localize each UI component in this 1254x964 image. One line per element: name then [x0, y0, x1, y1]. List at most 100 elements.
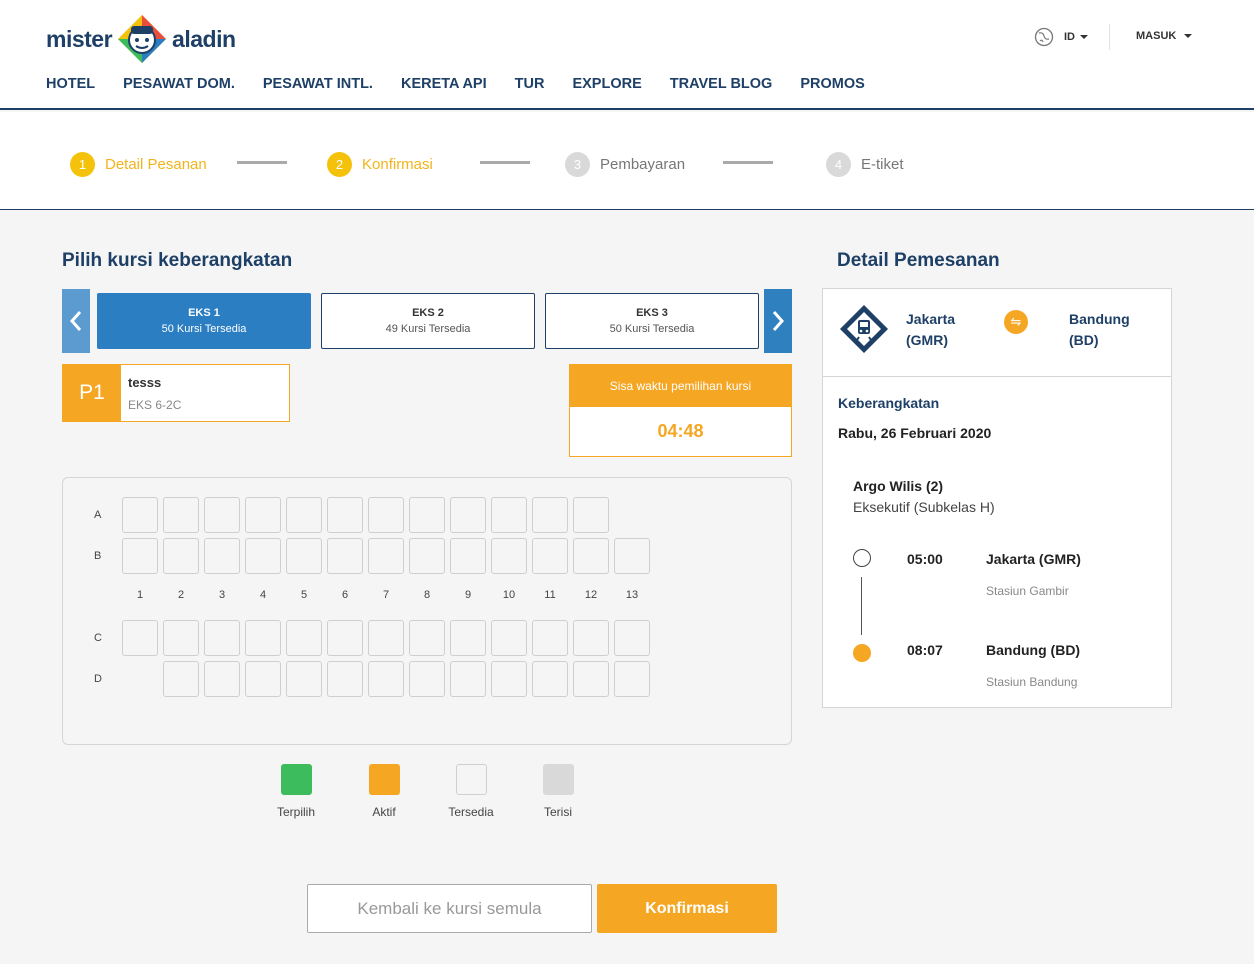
nav-tour[interactable]: TUR	[515, 76, 545, 92]
seat-d2[interactable]	[163, 661, 199, 697]
seat-b12[interactable]	[573, 538, 609, 574]
seat-a5[interactable]	[286, 497, 322, 533]
login-label: MASUK	[1136, 30, 1177, 42]
seat-c13[interactable]	[614, 620, 650, 656]
seat-b9[interactable]	[450, 538, 486, 574]
departure-station-name: Stasiun Gambir	[986, 584, 1069, 598]
nav-international-flight[interactable]: PESAWAT INTL.	[263, 76, 373, 92]
seat-a8[interactable]	[409, 497, 445, 533]
origin-city-name: Jakarta	[906, 311, 956, 327]
legend-item-terisi: Terisi	[518, 764, 598, 819]
seat-b4[interactable]	[245, 538, 281, 574]
seat-b7[interactable]	[368, 538, 404, 574]
seat-a11[interactable]	[532, 497, 568, 533]
chevron-right-icon	[772, 311, 785, 331]
language-label: ID	[1064, 31, 1075, 43]
column-label: 5	[300, 589, 308, 601]
seat-a3[interactable]	[204, 497, 240, 533]
step-e-tiket: 4 E-tiket	[826, 152, 904, 177]
destination-city-name: Bandung	[1069, 311, 1130, 327]
seat-d8[interactable]	[409, 661, 445, 697]
row-label: C	[94, 632, 102, 644]
seat-d11[interactable]	[532, 661, 568, 697]
seat-d12[interactable]	[573, 661, 609, 697]
seat-a10[interactable]	[491, 497, 527, 533]
seat-a9[interactable]	[450, 497, 486, 533]
login-dropdown[interactable]: MASUK	[1136, 30, 1193, 42]
seat-d4[interactable]	[245, 661, 281, 697]
passenger-name: tesss	[128, 375, 162, 390]
nav-train[interactable]: KERETA API	[401, 76, 487, 92]
chevron-down-icon	[1184, 34, 1193, 39]
legend-item-tersedia: Tersedia	[431, 764, 511, 819]
seat-b6[interactable]	[327, 538, 363, 574]
seat-c7[interactable]	[368, 620, 404, 656]
seat-c6[interactable]	[327, 620, 363, 656]
nav-promos[interactable]: PROMOS	[800, 76, 864, 92]
reset-seat-button[interactable]: Kembali ke kursi semula	[307, 884, 592, 933]
seat-b10[interactable]	[491, 538, 527, 574]
wagon-name: EKS 2	[412, 307, 444, 319]
seat-d13[interactable]	[614, 661, 650, 697]
seat-b13[interactable]	[614, 538, 650, 574]
wagon-next-button[interactable]	[764, 289, 792, 353]
seat-d10[interactable]	[491, 661, 527, 697]
logo[interactable]: mister aladin	[46, 14, 236, 64]
seat-c5[interactable]	[286, 620, 322, 656]
seat-c10[interactable]	[491, 620, 527, 656]
seat-d7[interactable]	[368, 661, 404, 697]
nav-travel-blog[interactable]: TRAVEL BLOG	[670, 76, 773, 92]
seat-b3[interactable]	[204, 538, 240, 574]
timer-value: 04:48	[657, 421, 704, 441]
nav-domestic-flight[interactable]: PESAWAT DOM.	[123, 76, 235, 92]
seat-a7[interactable]	[368, 497, 404, 533]
seat-b5[interactable]	[286, 538, 322, 574]
seat-map: A B 1 2 3 4 5 6 7 8 9 10 11 12 13 C D	[62, 477, 792, 745]
seat-d9[interactable]	[450, 661, 486, 697]
row-label: B	[94, 550, 102, 562]
seat-d3[interactable]	[204, 661, 240, 697]
column-label: 12	[584, 589, 598, 601]
seat-d6[interactable]	[327, 661, 363, 697]
legend-label: Aktif	[372, 805, 396, 819]
column-label: 6	[341, 589, 349, 601]
seat-d5[interactable]	[286, 661, 322, 697]
confirm-button[interactable]: Konfirmasi	[597, 884, 777, 933]
seat-c12[interactable]	[573, 620, 609, 656]
seat-c4[interactable]	[245, 620, 281, 656]
nav-explore[interactable]: EXPLORE	[572, 76, 641, 92]
passenger-card[interactable]: P1 tesss EKS 6-2C	[62, 364, 290, 422]
seat-b2[interactable]	[163, 538, 199, 574]
seat-a4[interactable]	[245, 497, 281, 533]
seat-a6[interactable]	[327, 497, 363, 533]
legend-item-terpilih: Terpilih	[256, 764, 336, 819]
seat-a1[interactable]	[122, 497, 158, 533]
nav-hotel[interactable]: HOTEL	[46, 76, 95, 92]
wagon-availability: 50 Kursi Tersedia	[161, 323, 247, 335]
step-connector	[723, 161, 773, 164]
wagon-tab-eks-3[interactable]: EKS 3 50 Kursi Tersedia	[545, 293, 759, 349]
step-konfirmasi: 2 Konfirmasi	[327, 152, 433, 177]
seat-b1[interactable]	[122, 538, 158, 574]
seat-a12[interactable]	[573, 497, 609, 533]
seat-c11[interactable]	[532, 620, 568, 656]
seat-b11[interactable]	[532, 538, 568, 574]
wagon-tab-eks-2[interactable]: EKS 2 49 Kursi Tersedia	[321, 293, 535, 349]
route-summary: Jakarta (GMR) ⇋ Bandung (BD)	[822, 288, 1172, 377]
seat-c9[interactable]	[450, 620, 486, 656]
language-selector[interactable]: ID	[1034, 27, 1088, 47]
logo-mascot-icon	[118, 15, 167, 63]
booking-detail-title: Detail Pemesanan	[837, 250, 1000, 271]
seat-c1[interactable]	[122, 620, 158, 656]
legend-swatch	[280, 764, 312, 795]
seat-c3[interactable]	[204, 620, 240, 656]
wagon-prev-button[interactable]	[62, 289, 90, 353]
legend-item-aktif: Aktif	[344, 764, 424, 819]
wagon-tab-eks-1[interactable]: EKS 1 50 Kursi Tersedia	[97, 293, 311, 349]
seat-c8[interactable]	[409, 620, 445, 656]
seat-c2[interactable]	[163, 620, 199, 656]
seat-a2[interactable]	[163, 497, 199, 533]
step-connector	[237, 161, 287, 164]
seat-b8[interactable]	[409, 538, 445, 574]
booking-steps: 1 Detail Pesanan 2 Konfirmasi 3 Pembayar…	[0, 112, 1254, 210]
